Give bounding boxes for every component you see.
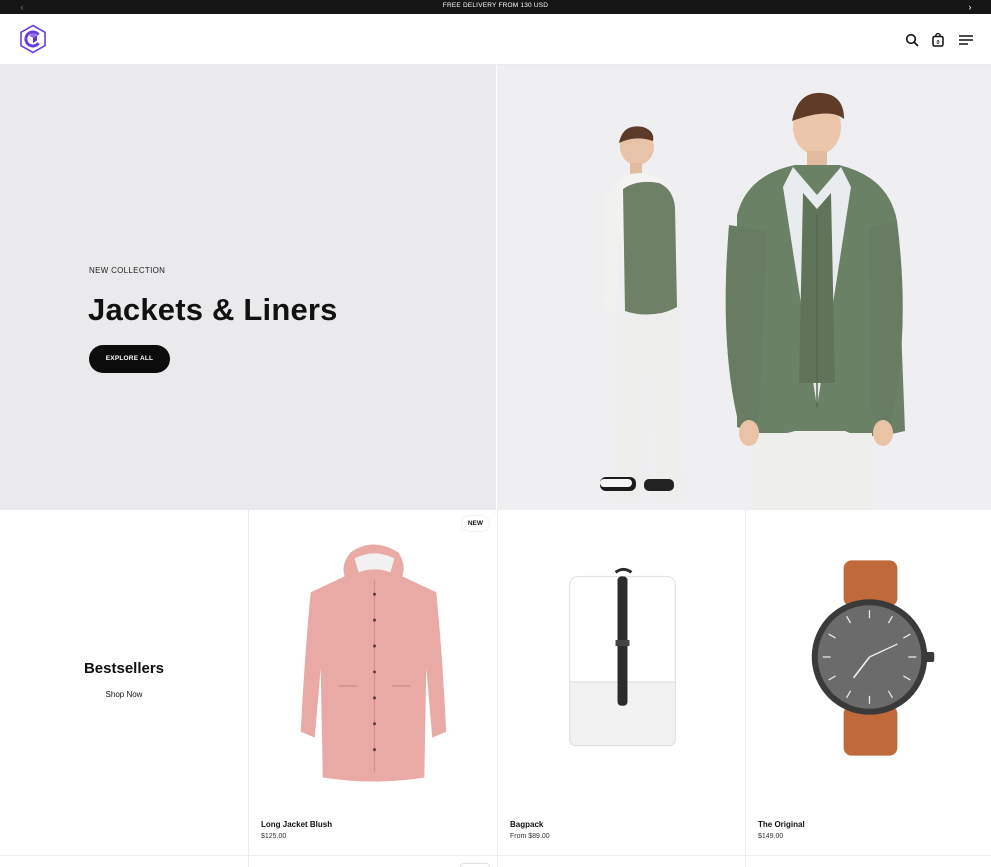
cart-count: 0 (936, 40, 939, 46)
shop-now-link[interactable]: Shop Now (0, 690, 248, 699)
column-divider (248, 856, 249, 867)
chevron-right-icon[interactable]: › (963, 0, 977, 14)
hero-image (497, 65, 991, 510)
cube-logo-icon[interactable] (19, 24, 47, 54)
pink-raincoat-image[interactable] (249, 510, 497, 800)
cart-icon[interactable]: 0 (930, 32, 946, 48)
brown-strap-watch-image[interactable] (746, 510, 991, 800)
announcement-bar: ‹ FREE DELIVERY FROM 130 USD › (0, 0, 991, 14)
product-name[interactable]: Long Jacket Blush (261, 820, 332, 829)
bestsellers-title: Bestsellers (83, 660, 165, 677)
explore-all-button[interactable]: EXPLORE ALL (89, 345, 170, 373)
product-card[interactable]: The Original $149.00 (745, 510, 991, 855)
column-divider (497, 856, 498, 867)
product-card[interactable]: Bagpack From $89.00 (497, 510, 745, 855)
product-price: From $89.00 (510, 833, 550, 840)
product-price: $149.00 (758, 833, 784, 840)
announcement-text: FREE DELIVERY FROM 130 USD (442, 2, 549, 9)
hero-title: Jackets & Liners (88, 292, 338, 327)
product-name[interactable]: The Original (758, 820, 805, 829)
search-icon[interactable] (904, 32, 920, 48)
model-front-view (725, 92, 905, 510)
product-price: $125.00 (261, 833, 287, 840)
hero-text-panel: NEW COLLECTION Jackets & Liners EXPLORE … (0, 65, 496, 510)
hero-banner: NEW COLLECTION Jackets & Liners EXPLORE … (0, 65, 991, 510)
product-card[interactable]: NEW Long Jacket Blush $125.00 (248, 510, 497, 855)
column-divider (745, 856, 746, 867)
white-backpack-image[interactable] (498, 510, 745, 800)
product-name[interactable]: Bagpack (510, 820, 543, 829)
bestsellers-grid: Bestsellers Shop Now NEW Long Jacket Blu… (0, 510, 991, 855)
next-product-row (0, 855, 991, 867)
site-header: 0 (0, 14, 991, 65)
badge-outline (460, 863, 490, 867)
bestsellers-intro: Bestsellers Shop Now (0, 510, 248, 855)
menu-icon[interactable] (958, 32, 974, 48)
hero-subtitle: NEW COLLECTION (89, 266, 166, 275)
model-side-view (600, 126, 682, 502)
